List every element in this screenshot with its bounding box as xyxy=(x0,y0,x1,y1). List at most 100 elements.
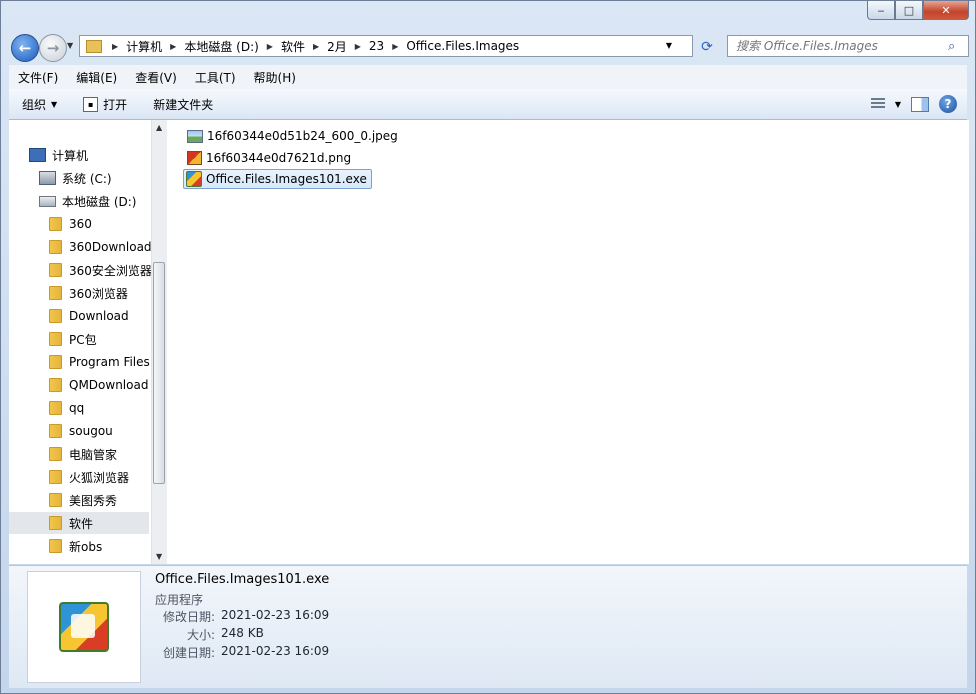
tree-folder-software[interactable]: 软件 xyxy=(9,512,149,534)
tree-folder-360-secure-browser[interactable]: 360安全浏览器 xyxy=(49,259,166,281)
navigation-scrollbar[interactable]: ▲ ▼ xyxy=(151,120,167,564)
file-name: 16f60344e0d7621d.png xyxy=(206,151,352,165)
tree-system-drive[interactable]: 系统 (C:) xyxy=(39,167,166,189)
chevron-right-icon[interactable]: ▶ xyxy=(392,42,398,51)
tree-item-label: 本地磁盘 (D:) xyxy=(62,194,137,209)
search-input[interactable] xyxy=(728,38,948,54)
tree-folder-sougou[interactable]: sougou xyxy=(49,420,166,442)
folder-icon xyxy=(49,470,62,484)
folder-icon xyxy=(49,355,62,369)
back-arrow-icon[interactable]: ← xyxy=(11,34,39,62)
folder-icon xyxy=(49,286,62,300)
open-icon: ▪ xyxy=(83,96,99,112)
help-icon[interactable]: ? xyxy=(939,95,957,113)
scrollbar-thumb[interactable] xyxy=(153,262,165,484)
menu-edit[interactable]: 编辑(E) xyxy=(67,69,126,86)
minimize-button[interactable]: ‒ xyxy=(867,1,895,20)
tree-folder-program-files[interactable]: Program Files xyxy=(49,351,166,373)
tree-folder-qq[interactable]: qq xyxy=(49,397,166,419)
system-drive-icon xyxy=(39,171,56,185)
tree-item-label: 360安全浏览器 xyxy=(69,263,152,278)
breadcrumb-computer[interactable]: 计算机 xyxy=(126,38,162,55)
refresh-icon[interactable]: ⟳ xyxy=(696,36,718,58)
navigation-pane: 计算机 系统 (C:) 本地磁盘 (D:) 360 360Downloads 3… xyxy=(9,120,167,564)
tree-folder-360[interactable]: 360 xyxy=(49,213,166,235)
scroll-up-icon[interactable]: ▲ xyxy=(156,123,162,132)
breadcrumb-software[interactable]: 软件 xyxy=(281,38,305,55)
tree-folder-pc-manager[interactable]: 电脑管家 xyxy=(49,443,166,465)
folder-icon xyxy=(49,263,62,277)
property-label: 修改日期: xyxy=(162,610,215,624)
menu-file[interactable]: 文件(F) xyxy=(9,69,67,86)
tree-item-label: QMDownload xyxy=(69,378,149,392)
open-label: 打开 xyxy=(103,97,128,112)
file-item-jpeg[interactable]: 16f60344e0d51b24_600_0.jpeg xyxy=(183,126,402,146)
file-item-png[interactable]: 16f60344e0d7621d.png xyxy=(183,148,355,168)
tree-local-drive-d[interactable]: 本地磁盘 (D:) xyxy=(39,190,166,212)
menu-tools[interactable]: 工具(T) xyxy=(186,69,245,86)
breadcrumb: ▶ 计算机 ▶ 本地磁盘 (D:) ▶ 软件 ▶ 2月 ▶ 23 ▶ Offic… xyxy=(108,38,523,55)
application-icon xyxy=(59,602,109,652)
breadcrumb-february[interactable]: 2月 xyxy=(327,38,347,55)
search-box[interactable]: ⌕ xyxy=(727,35,969,57)
image-file-icon xyxy=(187,129,203,143)
folder-icon xyxy=(49,539,62,553)
tree-item-label: 美图秀秀 xyxy=(69,493,118,508)
maximize-button[interactable]: □ xyxy=(895,1,923,20)
folder-icon xyxy=(49,217,62,231)
tree-item-label: 360 xyxy=(69,217,92,231)
tree-item-label: 电脑管家 xyxy=(69,447,118,462)
menu-view[interactable]: 查看(V) xyxy=(126,69,186,86)
tree-folder-meitu[interactable]: 美图秀秀 xyxy=(49,489,166,511)
search-icon[interactable]: ⌕ xyxy=(948,39,962,54)
scroll-down-icon[interactable]: ▼ xyxy=(156,552,162,561)
breadcrumb-drive-d[interactable]: 本地磁盘 (D:) xyxy=(184,38,258,55)
chevron-right-icon[interactable]: ▶ xyxy=(355,42,361,51)
folder-icon xyxy=(49,332,62,346)
tree-computer[interactable]: 计算机 xyxy=(29,144,166,166)
tree-item-label: PC包 xyxy=(69,332,97,347)
tree-folder-360-browser[interactable]: 360浏览器 xyxy=(49,282,166,304)
tree-folder-firefox[interactable]: 火狐浏览器 xyxy=(49,466,166,488)
tree-item-label: 新obs xyxy=(69,539,103,554)
new-folder-label: 新建文件夹 xyxy=(153,97,214,112)
tree-folder-qmdownload[interactable]: QMDownload xyxy=(49,374,166,396)
tree-folder-360downloads[interactable]: 360Downloads xyxy=(49,236,166,258)
new-folder-button[interactable]: 新建文件夹 xyxy=(140,96,226,113)
close-button[interactable]: ✕ xyxy=(923,1,969,20)
open-button[interactable]: ▪ 打开 xyxy=(70,96,140,113)
address-dropdown-icon[interactable]: ▼ xyxy=(666,41,672,50)
breadcrumb-23[interactable]: 23 xyxy=(369,39,384,53)
chevron-down-icon[interactable]: ▼ xyxy=(895,100,901,109)
file-name: Office.Files.Images101.exe xyxy=(206,172,367,186)
file-item-exe[interactable]: Office.Files.Images101.exe xyxy=(183,169,372,189)
menu-help[interactable]: 帮助(H) xyxy=(245,69,305,86)
preview-pane-icon[interactable] xyxy=(911,96,929,112)
folder-icon xyxy=(49,240,62,254)
breadcrumb-current-folder[interactable]: Office.Files.Images xyxy=(406,39,519,53)
tree-folder-download[interactable]: Download xyxy=(49,305,166,327)
property-value: 248 KB xyxy=(221,626,264,640)
details-created: 创建日期: 2021-02-23 16:09 xyxy=(105,644,329,661)
chevron-right-icon[interactable]: ▶ xyxy=(313,42,319,51)
chevron-down-icon: ▼ xyxy=(51,99,58,109)
organize-button[interactable]: 组织 ▼ xyxy=(9,96,70,113)
tree-folder-pc-pack[interactable]: PC包 xyxy=(49,328,166,350)
command-bar: 组织 ▼ ▪ 打开 新建文件夹 ▼ ? xyxy=(9,89,967,120)
view-options-icon[interactable] xyxy=(870,98,885,110)
file-list: 16f60344e0d51b24_600_0.jpeg 16f60344e0d7… xyxy=(167,120,969,564)
chevron-right-icon[interactable]: ▶ xyxy=(267,42,273,51)
details-size: 大小: 248 KB xyxy=(105,626,264,643)
tree-folder-new-obs[interactable]: 新obs xyxy=(49,535,166,557)
forward-arrow-icon[interactable]: → xyxy=(39,34,67,62)
chevron-right-icon[interactable]: ▶ xyxy=(170,42,176,51)
tree-item-label: 软件 xyxy=(69,516,94,531)
tree-item-label: 计算机 xyxy=(52,148,89,163)
history-dropdown-icon[interactable]: ▼ xyxy=(67,41,73,50)
chevron-right-icon[interactable]: ▶ xyxy=(112,42,118,51)
address-bar[interactable]: ▶ 计算机 ▶ 本地磁盘 (D:) ▶ 软件 ▶ 2月 ▶ 23 ▶ Offic… xyxy=(79,35,713,57)
tree-item-label: sougou xyxy=(69,424,113,438)
details-pane: Office.Files.Images101.exe 应用程序 修改日期: 20… xyxy=(9,565,967,688)
property-value: 2021-02-23 16:09 xyxy=(221,644,330,658)
tree-item-label: 360Downloads xyxy=(69,240,158,254)
